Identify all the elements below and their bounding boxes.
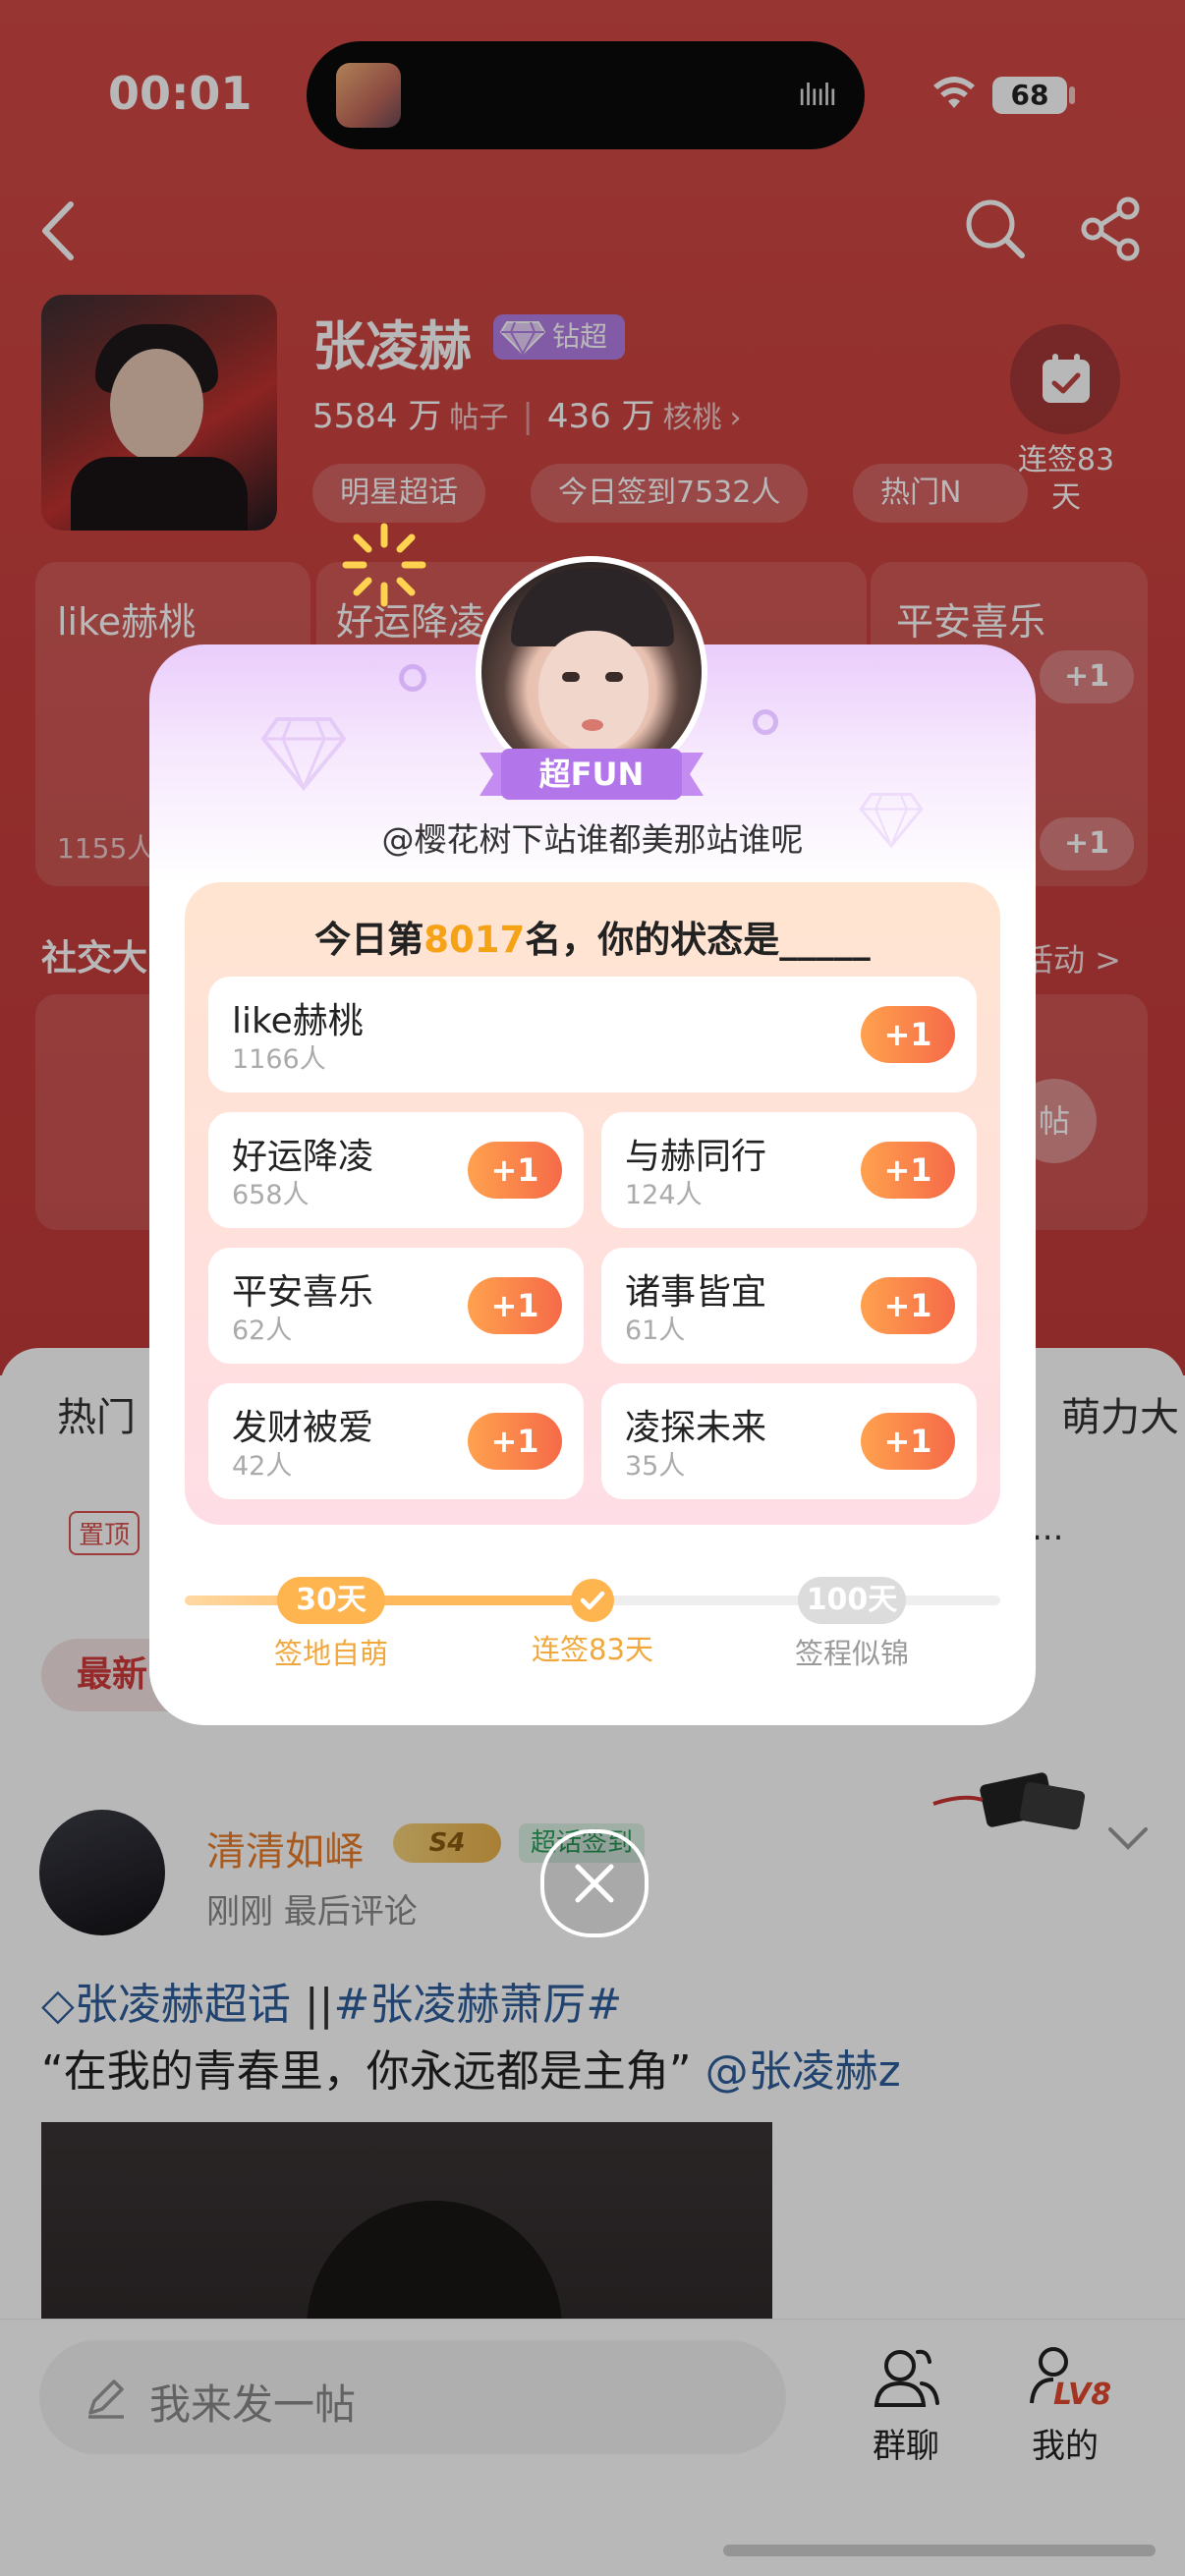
milestone-current-label: 连签83天 xyxy=(532,1633,653,1666)
status-option-peace[interactable]: 平安喜乐 62人 +1 xyxy=(208,1248,584,1364)
milestone-100-badge: 100天 xyxy=(798,1577,906,1624)
status-option-together[interactable]: 与赫同行 124人 +1 xyxy=(601,1112,977,1228)
option-label: 发财被爱 xyxy=(232,1408,374,1448)
status-options-card: 今日第8017名，你的状态是_____ like赫桃 1166人 +1 好运降凌… xyxy=(185,882,1000,1525)
avatar-eye xyxy=(605,672,623,682)
close-popup-button[interactable] xyxy=(540,1829,649,1937)
option-label: 凌探未来 xyxy=(625,1408,767,1448)
status-option-rich-loved[interactable]: 发财被爱 42人 +1 xyxy=(208,1383,584,1499)
plus-one-button[interactable]: +1 xyxy=(861,1142,955,1199)
option-label: 与赫同行 xyxy=(625,1137,767,1177)
option-label: like赫桃 xyxy=(232,1001,364,1041)
streak-progress-fill xyxy=(185,1596,592,1605)
ring-decoration xyxy=(753,709,778,735)
rank-title: 今日第8017名，你的状态是_____ xyxy=(185,910,1000,963)
plus-one-button[interactable]: +1 xyxy=(861,1277,955,1334)
plus-one-button[interactable]: +1 xyxy=(468,1277,562,1334)
option-label: 平安喜乐 xyxy=(232,1272,374,1313)
plus-one-button[interactable]: +1 xyxy=(861,1006,955,1063)
milestone-30-label: 签地自萌 xyxy=(273,1637,388,1670)
milestone-100-label: 签程似锦 xyxy=(794,1637,909,1670)
option-count: 124人 xyxy=(625,1180,703,1210)
status-option-all-good[interactable]: 诸事皆宜 61人 +1 xyxy=(601,1248,977,1364)
check-icon xyxy=(580,1591,605,1610)
option-count: 35人 xyxy=(625,1451,686,1482)
plus-one-button[interactable]: +1 xyxy=(861,1413,955,1470)
avatar-mouth xyxy=(582,719,603,731)
rank-number: 8017 xyxy=(423,919,526,961)
status-option-like[interactable]: like赫桃 1166人 +1 xyxy=(208,977,977,1092)
user-handle: @樱花树下站谁都美那站谁呢 xyxy=(381,820,804,859)
option-count: 42人 xyxy=(232,1451,293,1482)
rank-title-suffix: 名，你的状态是_____ xyxy=(525,919,871,961)
status-option-luck[interactable]: 好运降凌 658人 +1 xyxy=(208,1112,584,1228)
option-count: 1166人 xyxy=(232,1044,326,1075)
rank-title-prefix: 今日第 xyxy=(314,919,424,961)
avatar-eye xyxy=(562,672,580,682)
plus-one-button[interactable]: +1 xyxy=(468,1413,562,1470)
option-count: 658人 xyxy=(232,1180,310,1210)
option-label: 好运降凌 xyxy=(232,1137,374,1177)
milestone-30-badge: 30天 xyxy=(277,1577,385,1624)
diamond-decoration-icon xyxy=(260,717,347,792)
option-label: 诸事皆宜 xyxy=(625,1272,767,1313)
avatar-face xyxy=(538,631,649,753)
option-count: 61人 xyxy=(625,1316,686,1346)
app-root: 00:01 ılıılı 68 张凌赫 钻超 5584 万 帖子 | 436 万… xyxy=(0,0,1185,2576)
milestone-current-check xyxy=(571,1579,614,1622)
super-fun-label: 超FUN xyxy=(538,756,645,793)
checkin-status-popup: @樱花树下站谁都美那站谁呢 今日第8017名，你的状态是_____ like赫桃… xyxy=(149,644,1036,1725)
sparkle-icon xyxy=(342,523,426,607)
close-icon xyxy=(575,1864,614,1903)
option-count: 62人 xyxy=(232,1316,293,1346)
ring-decoration xyxy=(399,664,426,692)
status-option-future[interactable]: 凌探未来 35人 +1 xyxy=(601,1383,977,1499)
plus-one-button[interactable]: +1 xyxy=(468,1142,562,1199)
